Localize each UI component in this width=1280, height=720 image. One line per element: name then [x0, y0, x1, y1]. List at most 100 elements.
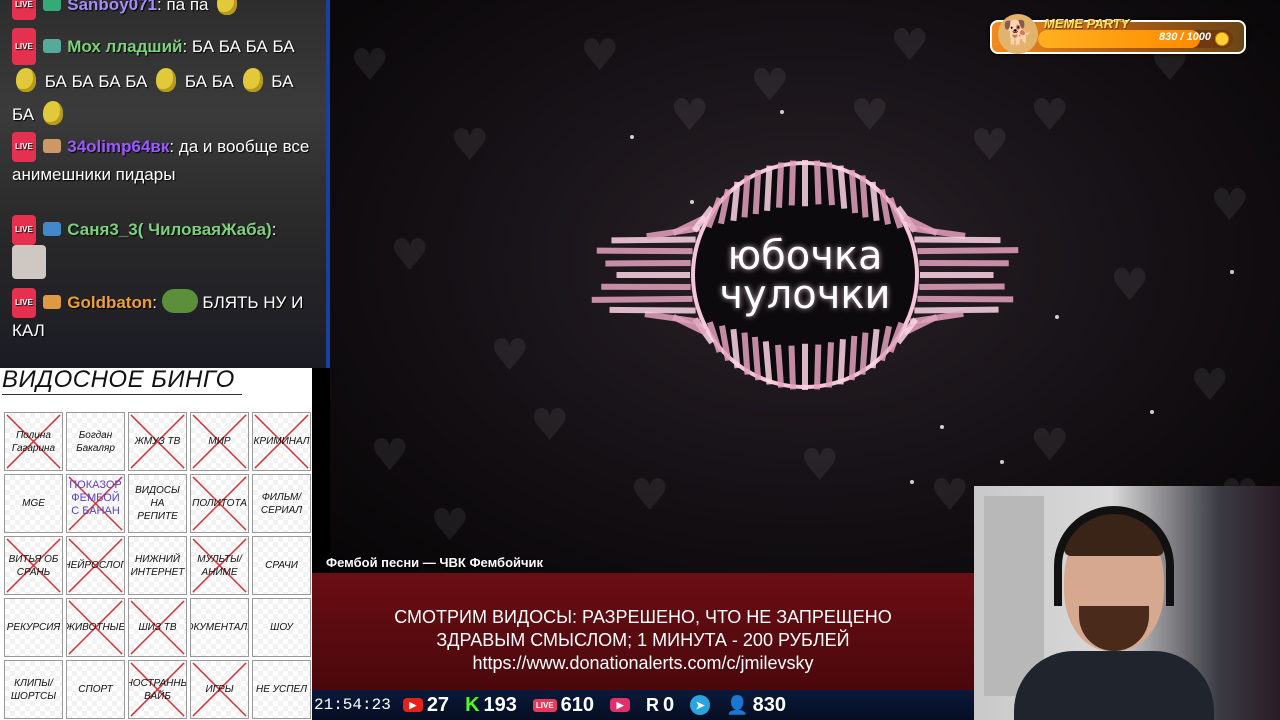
bingo-cell-label: ШИЗ ТВ: [138, 622, 177, 633]
meme-party-title: MEME PARTY: [1044, 16, 1130, 31]
banner-line2: ЗДРАВЫМ СМЫСЛОМ; 1 МИНУТА - 200 РУБЛЕЙ: [436, 630, 850, 650]
bingo-cell-label: СПОРТ: [78, 684, 113, 695]
chat-nick[interactable]: Sanboy071: [67, 0, 157, 14]
kick-stat: K 193: [465, 694, 517, 717]
potato-emote-icon: [16, 68, 36, 92]
banner-line1: СМОТРИМ ВИДОСЫ: РАЗРЕШЕНО, ЧТО НЕ ЗАПРЕЩ…: [394, 607, 892, 627]
bingo-cell: ФЕМБОЙПОКАЗОР ФЕМБОЙ С БАНАН: [66, 474, 125, 533]
live-icon: LIVE: [12, 28, 36, 65]
bingo-cell: ФИЛЬМ/ СЕРИАЛ: [252, 474, 311, 533]
potato-emote-icon: [242, 68, 263, 92]
clock: 21:54:23: [314, 696, 391, 714]
sparkle-dot: [630, 135, 634, 139]
heart-icon: ♥: [750, 60, 790, 111]
bingo-cell-handwriting: ПОКАЗОР ФЕМБОЙ С БАНАН: [69, 479, 122, 517]
visualizer-bar: [775, 344, 785, 388]
visualizer-bar: [741, 332, 751, 375]
kick-count: 193: [483, 693, 517, 716]
heart-icon: ♥: [930, 470, 970, 521]
visualizer-bar: [825, 162, 835, 206]
visualizer-bar: [741, 175, 751, 218]
bingo-cell: ИГРЫ: [190, 660, 249, 719]
bingo-cell: НЕЙРОСЛОП: [66, 536, 125, 595]
streamer-body: [1014, 651, 1214, 720]
youtube-icon: ▶: [402, 698, 423, 712]
bingo-cell: КЛИПЫ/ ШОРТСЫ: [4, 660, 63, 719]
heart-icon: ♥: [1210, 180, 1250, 231]
banner-link[interactable]: https://www.donationalerts.com/c/jmilevs…: [312, 652, 974, 675]
visualizer-bar: [825, 342, 835, 388]
song-title-line2: чулочки: [719, 272, 891, 318]
bingo-cell: ЖМУЗ ТВ: [128, 412, 187, 471]
heart-icon: ♥: [850, 90, 890, 141]
heart-icon: ♥: [450, 120, 490, 171]
bingo-cell: НЕ УСПЕЛ: [252, 660, 311, 719]
chat-nick[interactable]: Саня3_3( ЧиловаяЖаба): [67, 220, 271, 239]
bingo-cell-label: КРИМИНАЛ: [253, 436, 310, 447]
bingo-cell-label: ВИДОСЫ НА РЕПИТЕ: [135, 485, 180, 522]
heart-icon: ♥: [1030, 420, 1070, 471]
heart-icon: ♥: [370, 430, 410, 481]
coin-icon: [1215, 32, 1229, 46]
bingo-cell: СРАЧИ: [252, 536, 311, 595]
bingo-cell: MGE: [4, 474, 63, 533]
avatar: [42, 295, 61, 309]
chat-message: LIVE Мох лладший: БА БА БА БА БА БА БА Б…: [12, 28, 312, 131]
visualizer-bar: [837, 165, 848, 209]
bingo-cell-label: ИНОСТРАННЫЙ ВАЙБ: [129, 677, 186, 702]
pepe-emote-icon: [161, 289, 198, 313]
sparkle-dot: [940, 425, 944, 429]
chat-panel[interactable]: LIVE Sanboy071: па па LIVE Мох лладший: …: [0, 0, 330, 368]
visualizer-bar: [764, 165, 773, 211]
vk-live-icon: LIVE: [532, 698, 557, 712]
bingo-cell: ВИТЬЯ ОБ СРАНЬ: [4, 536, 63, 595]
bingo-cell-label: РЕКУРСИЯ: [6, 622, 61, 633]
bingo-cell-label: ПОЛИТОТА: [192, 498, 247, 509]
visualizer-bar: [869, 181, 880, 222]
visualizer-bar: [859, 175, 869, 218]
bingo-cell: Богдан Бакаляр: [66, 412, 125, 471]
bingo-cell-label: МИР: [208, 436, 231, 447]
chat-nick[interactable]: 34olimp64вк: [67, 137, 169, 156]
meme-party-progress: 830 / 1000: [1038, 30, 1233, 48]
visualizer-bar: [752, 169, 762, 215]
chat-nick[interactable]: Мох лладший: [67, 37, 182, 56]
bingo-cell-label: ИГРЫ: [205, 684, 234, 695]
headset-icon: [1054, 506, 1174, 606]
viewer-icon: 👤: [726, 694, 749, 715]
chat-message: LIVE Sanboy071: па па: [12, 0, 312, 20]
visualizer-bar: [848, 335, 858, 381]
avatar: [42, 222, 61, 236]
potato-emote-icon: [217, 0, 238, 15]
heart-icon: ♥: [800, 440, 840, 491]
visualizer-bar: [848, 169, 859, 214]
heart-icon: ♥: [350, 40, 390, 91]
heart-icon: ♥: [670, 90, 710, 141]
visualizer-bar: [751, 336, 762, 381]
bingo-cell-label: ЖИВОТНЫЕ: [66, 622, 125, 633]
bingo-cell-label: Богдан Бакаляр: [76, 429, 115, 454]
chat-nick[interactable]: Goldbaton: [67, 293, 152, 312]
chat-message: LIVE Саня3_3( ЧиловаяЖаба):: [12, 215, 312, 279]
chat-text: па па: [166, 0, 209, 14]
bingo-cell-label: ВИТЬЯ ОБ СРАНЬ: [8, 553, 59, 578]
bingo-cell: КРИМИНАЛ: [252, 412, 311, 471]
bingo-cell-label: МУЛЬТЫ/ АНИМЕ: [197, 553, 242, 578]
bingo-cell-label: НЕ УСПЕЛ: [255, 684, 308, 695]
youtube-stat: ▶ 27: [402, 694, 449, 717]
bingo-cell: ПОЛИТОТА: [190, 474, 249, 533]
bingo-cell-label: НЕЙРОСЛОП: [66, 560, 125, 571]
chat-text: БА БА БА БА: [44, 72, 148, 91]
doge-icon: 🐕: [998, 14, 1038, 54]
bingo-cell: СПОРТ: [66, 660, 125, 719]
video-platform-stat: ▶: [610, 698, 631, 712]
bingo-cell: ВИДОСЫ НА РЕПИТЕ: [128, 474, 187, 533]
meme-party-widget: 830 / 1000 🐕 MEME PARTY: [990, 14, 1246, 54]
total-viewers-stat: 👤 830: [726, 694, 786, 717]
chat-text: БА БА: [184, 72, 234, 91]
telegram-stat: ➤: [690, 695, 711, 715]
heart-icon: ♥: [1190, 360, 1230, 411]
visualizer-bar: [814, 160, 822, 205]
bingo-cell-label: ШОУ: [270, 622, 293, 633]
live-icon: LIVE: [12, 215, 36, 245]
